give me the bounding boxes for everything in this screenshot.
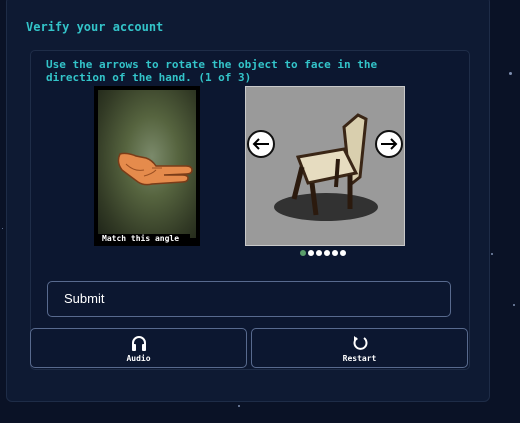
arrow-right-icon (381, 138, 398, 150)
audio-button[interactable]: Audio (30, 328, 247, 368)
challenge-instruction: Use the arrows to rotate the object to f… (46, 58, 378, 84)
reference-hand-image (98, 90, 196, 238)
pager-dot (340, 250, 346, 256)
audio-label: Audio (126, 354, 151, 363)
rotate-right-button[interactable] (375, 130, 403, 158)
restart-label: Restart (342, 354, 377, 363)
pager-dot (324, 250, 330, 256)
pager-dot (316, 250, 322, 256)
headphones-icon (130, 334, 148, 356)
page-title: Verify your account (26, 20, 164, 34)
rotate-left-button[interactable] (247, 130, 275, 158)
restart-button[interactable]: Restart (251, 328, 468, 368)
rotatable-object-image (245, 86, 405, 246)
pager-dot (308, 250, 314, 256)
chair-image (274, 113, 378, 221)
restart-icon (351, 334, 369, 356)
pager-dots (300, 250, 346, 258)
pager-dot (300, 250, 306, 256)
reference-image: Match this angle (94, 86, 200, 246)
arrow-left-icon (252, 138, 269, 150)
pointing-hand-icon (117, 152, 193, 186)
submit-button[interactable]: Submit (47, 281, 451, 317)
pager-dot (332, 250, 338, 256)
reference-caption: Match this angle (98, 234, 190, 244)
